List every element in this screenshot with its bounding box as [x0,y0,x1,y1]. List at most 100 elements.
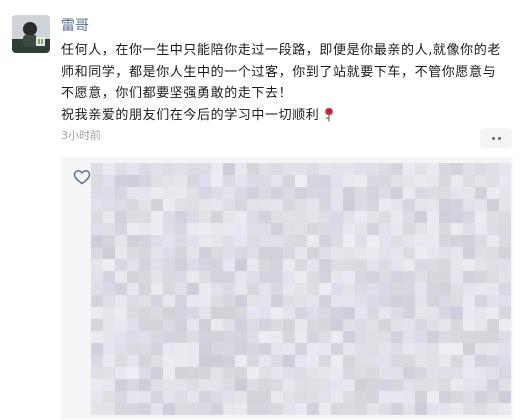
mosaic-cell [475,295,487,307]
mosaic-cell [343,211,355,223]
mosaic-cell [91,367,103,379]
mosaic-cell [223,271,235,283]
mosaic-cell [295,379,307,391]
mosaic-cell [139,403,151,415]
mosaic-cell [427,223,439,235]
mosaic-cell [487,355,499,367]
mosaic-cell [331,235,343,247]
mosaic-cell [415,259,427,271]
mosaic-cell [403,175,415,187]
mosaic-cell [115,319,127,331]
rose-icon [322,106,336,122]
mosaic-cell [463,343,475,355]
mosaic-cell [403,235,415,247]
author-name[interactable]: 雷哥 [61,16,89,36]
mosaic-cell [415,367,427,379]
mosaic-cell [211,163,223,175]
mosaic-cell [175,223,187,235]
mosaic-cell [331,379,343,391]
mosaic-cell [187,211,199,223]
mosaic-cell [343,319,355,331]
mosaic-cell [415,343,427,355]
mosaic-cell [223,367,235,379]
mosaic-cell [415,163,427,175]
mosaic-cell [283,259,295,271]
mosaic-cell [127,235,139,247]
dot-icon [497,136,501,140]
post-line: 任何人，在你一生中只能陪你走过一段路，即便是你最亲的人,就像你的老 [61,43,501,58]
mosaic-cell [451,355,463,367]
mosaic-cell [415,175,427,187]
mosaic-cell [151,187,163,199]
mosaic-cell [163,331,175,343]
mosaic-cell [259,187,271,199]
mosaic-cell [499,295,511,307]
mosaic-cell [91,295,103,307]
mosaic-cell [151,367,163,379]
mosaic-cell [343,259,355,271]
mosaic-cell [271,319,283,331]
mosaic-cell [475,391,487,403]
mosaic-cell [499,175,511,187]
mosaic-cell [427,247,439,259]
mosaic-cell [199,211,211,223]
mosaic-cell [439,319,451,331]
post-line-last: 祝我亲爱的朋友们在今后的学习中一切顺利 [61,105,513,127]
mosaic-cell [139,235,151,247]
avatar[interactable] [12,15,50,53]
moments-post: 雷哥 任何人，在你一生中只能陪你走过一段路，即便是你最亲的人,就像你的老 师和同… [0,0,532,420]
mosaic-cell [307,223,319,235]
mosaic-cell [367,343,379,355]
mosaic-cell [283,343,295,355]
mosaic-cell [475,355,487,367]
mosaic-cell [271,247,283,259]
mosaic-cell [103,295,115,307]
more-options-button[interactable] [480,128,512,148]
mosaic-cell [379,247,391,259]
mosaic-cell [331,307,343,319]
mosaic-cell [223,295,235,307]
mosaic-cell [343,355,355,367]
mosaic-cell [235,223,247,235]
mosaic-cell [343,283,355,295]
mosaic-cell [499,343,511,355]
mosaic-cell [499,199,511,211]
mosaic-cell [427,331,439,343]
mosaic-cell [223,391,235,403]
mosaic-cell [91,247,103,259]
mosaic-cell [115,295,127,307]
mosaic-cell [427,175,439,187]
mosaic-cell [319,235,331,247]
mosaic-cell [415,391,427,403]
mosaic-cell [487,319,499,331]
mosaic-cell [247,307,259,319]
mosaic-cell [187,259,199,271]
mosaic-cell [271,343,283,355]
mosaic-cell [319,343,331,355]
mosaic-cell [427,259,439,271]
mosaic-cell [163,355,175,367]
mosaic-cell [271,391,283,403]
mosaic-cell [115,259,127,271]
mosaic-cell [403,307,415,319]
mosaic-cell [187,379,199,391]
mosaic-cell [91,223,103,235]
mosaic-cell [307,403,319,415]
mosaic-cell [391,199,403,211]
mosaic-cell [259,163,271,175]
mosaic-cell [187,295,199,307]
mosaic-cell [175,295,187,307]
mosaic-cell [127,199,139,211]
mosaic-cell [367,319,379,331]
mosaic-cell [247,187,259,199]
mosaic-cell [139,379,151,391]
mosaic-cell [139,199,151,211]
mosaic-cell [307,331,319,343]
mosaic-cell [139,295,151,307]
mosaic-cell [211,259,223,271]
mosaic-cell [379,199,391,211]
mosaic-cell [139,223,151,235]
mosaic-cell [451,403,463,415]
mosaic-cell [427,319,439,331]
mosaic-cell [307,235,319,247]
